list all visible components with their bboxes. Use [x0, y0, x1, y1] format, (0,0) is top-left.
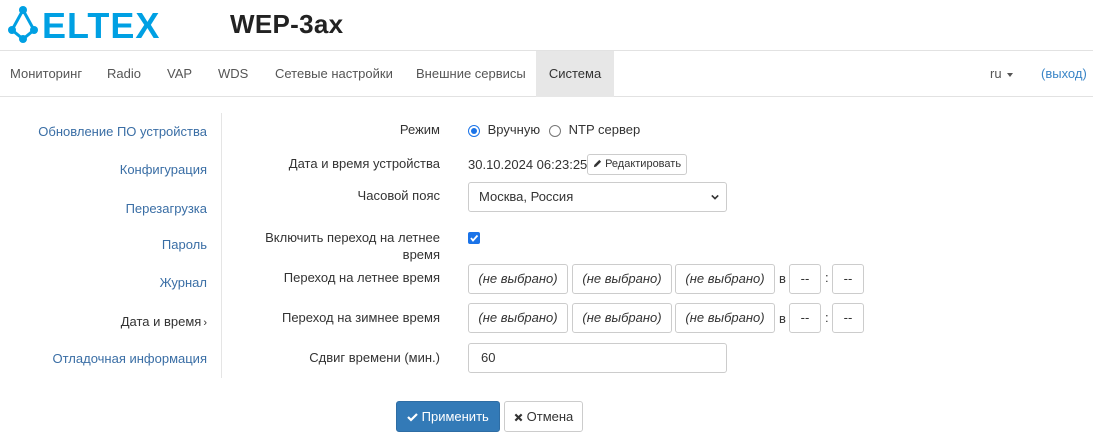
summer-time-separator: : [825, 270, 829, 285]
winter-minute-select[interactable]: -- [832, 303, 864, 333]
summer-time-label: Переход на летнее время [283, 270, 440, 285]
sidebar-item-label: Дата и время [120, 314, 202, 329]
mode-manual-radio[interactable] [468, 124, 480, 137]
mode-ntp-option[interactable]: NTP сервер [549, 122, 640, 137]
language-label: ru [990, 66, 1002, 81]
chevron-right-icon: › [203, 317, 207, 329]
sidebar-item-log[interactable]: Журнал [160, 275, 207, 290]
winter-week-select[interactable]: (не выбрано) [468, 303, 568, 333]
winter-time-separator: : [825, 310, 829, 325]
sidebar: Обновление ПО устройства Конфигурация Пе… [0, 113, 222, 378]
sidebar-item-password[interactable]: Пароль [162, 237, 207, 252]
svg-text:ELTEX: ELTEX [42, 5, 160, 44]
mode-ntp-radio[interactable] [549, 124, 561, 137]
caret-down-icon [1006, 72, 1013, 77]
timezone-label: Часовой пояс [357, 188, 440, 203]
summer-at-label: в [779, 271, 786, 286]
pencil-icon [593, 159, 602, 168]
check-icon [407, 413, 418, 422]
winter-time-label: Переход на зимнее время [281, 310, 440, 325]
timezone-select[interactable]: Москва, Россия [468, 182, 727, 212]
timezone-value: Москва, Россия [479, 189, 574, 204]
dst-checkbox[interactable] [468, 232, 480, 244]
winter-hour-select[interactable]: -- [789, 303, 821, 333]
logout-link[interactable]: (выход) [1041, 51, 1087, 97]
nav-system[interactable]: Система [536, 51, 614, 97]
main-navbar: Мониторинг Radio VAP WDS Сетевые настрой… [0, 50, 1093, 97]
nav-radio[interactable]: Radio [97, 51, 151, 97]
sidebar-item-date-time[interactable]: Дата и время › [121, 314, 207, 329]
summer-hour-select[interactable]: -- [789, 264, 821, 294]
nav-monitoring[interactable]: Мониторинг [0, 51, 92, 97]
check-icon [470, 234, 479, 242]
nav-wds[interactable]: WDS [208, 51, 258, 97]
eltex-logo: ELTEX [8, 5, 160, 44]
nav-external-services[interactable]: Внешние сервисы [406, 51, 536, 97]
sidebar-item-reboot[interactable]: Перезагрузка [126, 201, 207, 216]
mode-manual-label: Вручную [487, 122, 541, 137]
header: ELTEX WEP-3ax [0, 0, 1093, 50]
winter-month-select[interactable]: (не выбрано) [675, 303, 775, 333]
apply-label: Применить [421, 409, 489, 424]
nav-network-settings[interactable]: Сетевые настройки [265, 51, 403, 97]
summer-minute-select[interactable]: -- [832, 264, 864, 294]
winter-at-label: в [779, 311, 786, 326]
offset-label: Сдвиг времени (мин.) [309, 350, 440, 365]
offset-input[interactable]: 60 [468, 343, 727, 373]
sidebar-item-debug-info[interactable]: Отладочная информация [53, 351, 207, 366]
device-title: WEP-3ax [230, 9, 344, 39]
close-icon [514, 413, 523, 422]
cancel-button[interactable]: Отмена [504, 401, 584, 432]
chevron-down-icon [711, 194, 719, 200]
edit-datetime-label: Редактировать [605, 158, 682, 170]
cancel-label: Отмена [526, 409, 574, 424]
apply-button[interactable]: Применить [396, 401, 500, 432]
mode-manual-option[interactable]: Вручную [468, 122, 540, 137]
mode-label: Режим [399, 122, 440, 137]
winter-day-select[interactable]: (не выбрано) [572, 303, 672, 333]
summer-day-select[interactable]: (не выбрано) [572, 264, 672, 294]
datetime-value: 30.10.2024 06:23:25 [468, 157, 588, 172]
dst-label: Включить переход на летнее время [265, 230, 440, 262]
mode-ntp-label: NTP сервер [568, 122, 641, 137]
summer-week-select[interactable]: (не выбрано) [468, 264, 568, 294]
summer-month-select[interactable]: (не выбрано) [675, 264, 775, 294]
sidebar-item-configuration[interactable]: Конфигурация [120, 162, 207, 177]
edit-datetime-button[interactable]: Редактировать [587, 154, 688, 175]
datetime-label: Дата и время устройства [288, 156, 440, 171]
sidebar-item-firmware-update[interactable]: Обновление ПО устройства [38, 124, 207, 139]
nav-vap[interactable]: VAP [157, 51, 202, 97]
language-dropdown[interactable]: ru [990, 51, 1013, 97]
